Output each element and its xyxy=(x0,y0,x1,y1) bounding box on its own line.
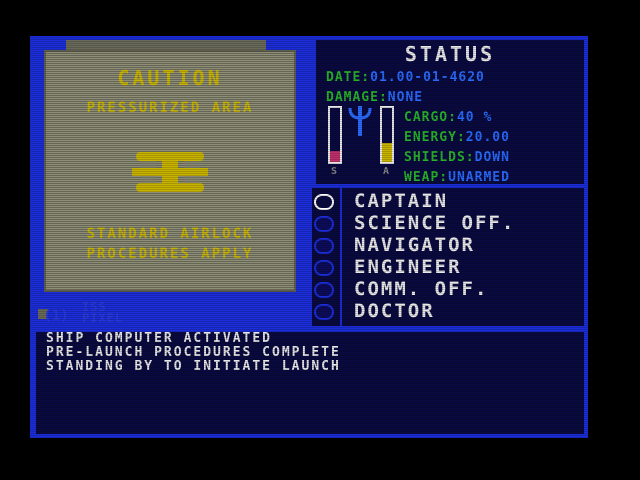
weapon-icon xyxy=(348,106,372,136)
date-label: DATE: xyxy=(326,70,371,85)
damage-value: NONE xyxy=(387,90,424,105)
gauge-a xyxy=(380,106,394,164)
airlock-instruction-line2: PROCEDURES APPLY xyxy=(86,246,254,262)
damage-label: DAMAGE: xyxy=(326,90,388,105)
airlock-logo-icon xyxy=(132,152,208,192)
shields-label: SHIELDS: xyxy=(404,150,475,165)
cargo-label: CARGO: xyxy=(404,110,457,125)
crew-item-label[interactable]: COMM. OFF. xyxy=(354,278,488,300)
pixel-emblem-icon: (1) xyxy=(38,308,69,324)
cargo-value: 40 % xyxy=(456,110,493,125)
status-title: STATUS xyxy=(404,42,496,66)
message-line-1: SHIP COMPUTER ACTIVATED xyxy=(46,331,273,346)
crew-select-button[interactable] xyxy=(314,304,334,320)
crew-item-label[interactable]: SCIENCE OFF. xyxy=(354,212,515,234)
crew-select-button[interactable] xyxy=(314,216,334,232)
weapon-row: WEAP:UNARMED xyxy=(404,166,510,185)
logo-line2: PIXEL xyxy=(82,311,124,325)
message-line-3: STANDING BY TO INITIATE LAUNCH xyxy=(46,359,341,374)
airlock-handle xyxy=(66,40,266,50)
airlock-instruction-line1: STANDARD AIRLOCK xyxy=(86,226,254,242)
gauge-a-fill xyxy=(382,143,392,162)
shields-value: DOWN xyxy=(474,150,510,165)
gauge-a-label: A xyxy=(383,166,390,177)
crew-select-button[interactable] xyxy=(314,260,334,276)
weapon-value: UNARMED xyxy=(448,170,510,185)
crew-item-label[interactable]: DOCTOR xyxy=(354,300,435,322)
weapon-label: WEAP: xyxy=(404,170,449,185)
energy-row: ENERGY:20.00 xyxy=(404,126,510,145)
energy-label: ENERGY: xyxy=(404,130,466,145)
date-value: 01.00-01-4620 xyxy=(370,70,485,85)
iss-pixel-logo: (1) ISS PIXEL xyxy=(34,301,154,326)
message-line-2: PRE-LAUNCH PROCEDURES COMPLETE xyxy=(46,345,341,360)
gauge-s-fill xyxy=(330,151,340,162)
crew-item-label[interactable]: NAVIGATOR xyxy=(354,234,475,256)
cargo-row: CARGO:40 % xyxy=(404,106,492,125)
shields-row: SHIELDS:DOWN xyxy=(404,146,510,165)
date-row: DATE:01.00-01-4620 xyxy=(326,66,485,85)
svg-text:(1): (1) xyxy=(43,308,68,324)
crew-select-button[interactable] xyxy=(314,238,334,254)
crew-item-label[interactable]: CAPTAIN xyxy=(354,190,448,212)
crew-select-button[interactable] xyxy=(314,194,334,210)
energy-value: 20.00 xyxy=(465,130,510,145)
gauge-s-label: S xyxy=(331,166,338,177)
gauge-s xyxy=(328,106,342,164)
pressurized-area-text: PRESSURIZED AREA xyxy=(86,100,254,116)
caution-title: CAUTION xyxy=(117,66,223,90)
damage-row: DAMAGE:NONE xyxy=(326,86,423,105)
crew-select-button[interactable] xyxy=(314,282,334,298)
crew-item-label[interactable]: ENGINEER xyxy=(354,256,462,278)
